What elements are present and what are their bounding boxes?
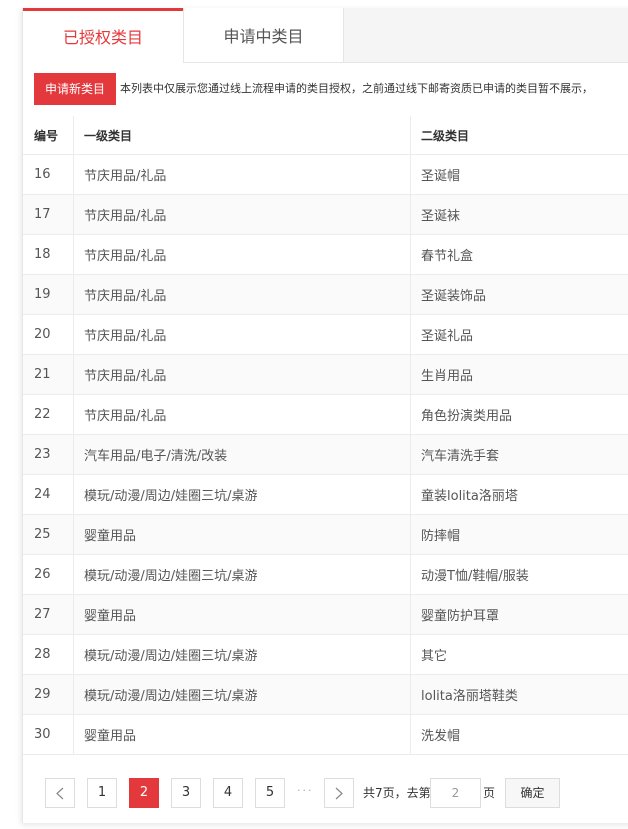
category-table: 编号 一级类目 二级类目 16 节庆用品/礼品 圣诞帽 17 节庆用品/礼品 圣诞袜 18 节… [23,116,628,755]
row-level1-category: 婴童用品 [74,515,411,554]
row-level2-category: lolita洛丽塔鞋类 [421,689,518,704]
table-row: 28 模玩/动漫/周边/娃圈三坑/桌游 其它 [23,635,628,675]
next-page-button[interactable] [324,778,354,808]
header-level1-category: 一级类目 [74,116,411,154]
table-row: 24 模玩/动漫/周边/娃圈三坑/桌游 童装lolita洛丽塔 [23,475,628,515]
row-level2-category: 其它 [421,649,448,664]
table-row: 25 婴童用品 防摔帽 [23,515,628,555]
row-level2-category: 童装lolita洛丽塔 [421,489,518,504]
row-level2-category: 洗发帽 [421,729,461,744]
row-id: 21 [23,355,74,394]
row-level1-category: 节庆用品/礼品 [74,235,411,274]
row-level2-category: 圣诞礼品 [421,329,474,344]
row-level1-category: 模玩/动漫/周边/娃圈三坑/桌游 [74,675,411,714]
row-id: 19 [23,275,74,314]
page-button-5[interactable]: 5 [255,778,285,808]
row-level1-category: 模玩/动漫/周边/娃圈三坑/桌游 [74,555,411,594]
header-level2-category: 二级类目 [421,128,470,143]
table-row: 20 节庆用品/礼品 圣诞礼品 [23,315,628,355]
row-id: 29 [23,675,74,714]
page: 已授权类目 申请中类目 申请新类目 本列表中仅展示您通过线上流程申请的类目授权，… [0,0,628,829]
table-row: 18 节庆用品/礼品 春节礼盒 [23,235,628,275]
tab-pending-categories[interactable]: 申请中类目 [183,8,344,62]
row-level1-category: 婴童用品 [74,715,411,754]
row-id: 25 [23,515,74,554]
header-id: 编号 [23,116,74,154]
page-button-2[interactable]: 2 [129,778,159,808]
table-row: 30 婴童用品 洗发帽 [23,715,628,755]
row-level2-category: 动漫T恤/鞋帽/服装 [421,569,529,584]
tab-bar: 已授权类目 申请中类目 [23,8,628,63]
pagination: 12345 ··· 共7页，去第 页 确定 [23,756,628,823]
row-id: 20 [23,315,74,354]
row-level2-category: 角色扮演类用品 [421,409,513,424]
table-row: 29 模玩/动漫/周边/娃圈三坑/桌游 lolita洛丽塔鞋类 [23,675,628,715]
table-row: 16 节庆用品/礼品 圣诞帽 [23,155,628,195]
row-level1-category: 节庆用品/礼品 [74,395,411,434]
row-level2-category: 婴童防护耳罩 [421,609,500,624]
row-level2-category: 汽车清洗手套 [421,449,500,464]
row-level1-category: 模玩/动漫/周边/娃圈三坑/桌游 [74,475,411,514]
table-row: 26 模玩/动漫/周边/娃圈三坑/桌游 动漫T恤/鞋帽/服装 [23,555,628,595]
row-level2-category: 生肖用品 [421,369,474,384]
row-id: 17 [23,195,74,234]
table-row: 17 节庆用品/礼品 圣诞袜 [23,195,628,235]
table-body: 16 节庆用品/礼品 圣诞帽 17 节庆用品/礼品 圣诞袜 18 节庆用品/礼品 春节礼盒 19 节… [23,155,628,755]
row-level2-category: 防摔帽 [421,529,461,544]
row-level1-category: 节庆用品/礼品 [74,355,411,394]
total-pages-text: 共7页，去第 [363,786,431,800]
page-button-3[interactable]: 3 [171,778,201,808]
table-row: 22 节庆用品/礼品 角色扮演类用品 [23,395,628,435]
tab-authorized-categories[interactable]: 已授权类目 [23,8,183,63]
table-header-row: 编号 一级类目 二级类目 [23,116,628,155]
row-level1-category: 节庆用品/礼品 [74,195,411,234]
notice-row: 申请新类目 本列表中仅展示您通过线上流程申请的类目授权，之前通过线下邮寄资质已申… [23,63,628,117]
row-level1-category: 婴童用品 [74,595,411,634]
row-level1-category: 模玩/动漫/周边/娃圈三坑/桌游 [74,635,411,674]
row-level1-category: 节庆用品/礼品 [74,155,411,194]
row-id: 27 [23,595,74,634]
row-level1-category: 节庆用品/礼品 [74,315,411,354]
row-id: 28 [23,635,74,674]
table-row: 23 汽车用品/电子/清洗/改装 汽车清洗手套 [23,435,628,475]
row-id: 24 [23,475,74,514]
page-button-1[interactable]: 1 [87,778,117,808]
row-level2-category: 圣诞袜 [421,209,461,224]
chevron-left-icon [56,787,64,800]
table-row: 19 节庆用品/礼品 圣诞装饰品 [23,275,628,315]
row-level2-category: 春节礼盒 [421,249,474,264]
row-id: 26 [23,555,74,594]
apply-new-category-button[interactable]: 申请新类目 [34,73,116,105]
row-id: 18 [23,235,74,274]
table-row: 27 婴童用品 婴童防护耳罩 [23,595,628,635]
row-level1-category: 汽车用品/电子/清洗/改装 [74,435,411,474]
chevron-right-icon [335,787,343,800]
row-id: 23 [23,435,74,474]
row-id: 30 [23,715,74,754]
page-suffix-text: 页 [483,786,496,800]
confirm-goto-button[interactable]: 确定 [505,778,560,808]
row-level1-category: 节庆用品/礼品 [74,275,411,314]
table-row: 21 节庆用品/礼品 生肖用品 [23,355,628,395]
prev-page-button[interactable] [45,778,75,808]
page-button-4[interactable]: 4 [213,778,243,808]
row-level2-category: 圣诞帽 [421,169,461,184]
row-id: 22 [23,395,74,434]
category-panel: 已授权类目 申请中类目 申请新类目 本列表中仅展示您通过线上流程申请的类目授权，… [22,8,628,823]
notice-text: 本列表中仅展示您通过线上流程申请的类目授权，之前通过线下邮寄资质已申请的类目暂不… [120,82,593,95]
row-level2-category: 圣诞装饰品 [421,289,487,304]
row-id: 16 [23,155,74,194]
goto-page-input[interactable] [430,778,481,808]
page-ellipsis: ··· [297,784,314,797]
